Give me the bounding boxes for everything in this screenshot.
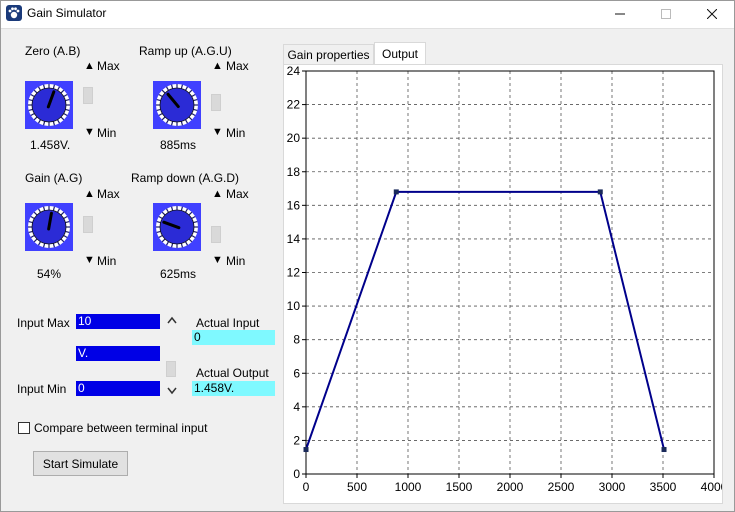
actual-output-value: 1.458V. [192, 381, 275, 396]
gain-up-icon: ▲ [84, 188, 95, 200]
y-tick-label: 0 [293, 467, 300, 481]
x-tick-label: 4000 [701, 480, 722, 494]
ramp-down-slider-thumb[interactable] [211, 226, 221, 243]
gain-label: Gain (A.G) [25, 171, 83, 185]
y-tick-label: 20 [287, 131, 301, 145]
input-min-label: Input Min [17, 382, 67, 396]
ramp-up-min-label: Min [226, 126, 246, 140]
gain-value: 54% [37, 267, 62, 281]
gain-min-label: Min [97, 254, 117, 268]
x-tick-label: 3000 [599, 480, 626, 494]
ramp-down-up-icon: ▲ [212, 188, 223, 200]
close-button[interactable] [689, 0, 735, 28]
y-tick-label: 2 [293, 433, 300, 447]
y-tick-label: 14 [287, 232, 301, 246]
zero-knob[interactable] [25, 81, 73, 129]
actual-input-value: 0 [192, 330, 275, 345]
knob-dial-icon [25, 81, 73, 129]
x-tick-label: 0 [303, 480, 310, 494]
actual-input-label: Actual Input [196, 316, 260, 330]
x-tick-label: 1000 [395, 480, 422, 494]
y-tick-label: 16 [287, 198, 301, 212]
data-point [597, 189, 603, 195]
input-min-field[interactable]: 0 [76, 381, 160, 396]
ramp-down-knob[interactable] [153, 203, 201, 251]
chevron-up-icon[interactable] [167, 316, 177, 327]
minimize-button[interactable] [597, 0, 643, 28]
compare-checkbox[interactable] [18, 422, 30, 434]
y-tick-label: 24 [287, 65, 301, 78]
knob-dial-icon [25, 203, 73, 251]
ramp-up-value: 885ms [160, 138, 197, 152]
x-tick-label: 3500 [650, 480, 677, 494]
y-tick-label: 12 [287, 266, 301, 280]
output-chart: 0500100015002000250030003500400002468101… [287, 65, 722, 494]
x-tick-label: 2500 [548, 480, 575, 494]
input-scroll-thumb[interactable] [166, 361, 176, 377]
ramp-up-max-label: Max [226, 59, 249, 73]
y-tick-label: 4 [293, 400, 300, 414]
gain-knob[interactable] [25, 203, 73, 251]
y-tick-label: 10 [287, 299, 301, 313]
input-max-label: Input Max [17, 316, 70, 330]
zero-min-label: Min [97, 126, 117, 140]
data-point [661, 447, 667, 453]
close-icon [707, 9, 717, 19]
ramp-up-slider-thumb[interactable] [211, 94, 221, 111]
ramp-down-max-label: Max [226, 187, 249, 201]
zero-value: 1.458V. [30, 138, 71, 152]
y-tick-label: 22 [287, 98, 301, 112]
knob-dial-icon [153, 81, 201, 129]
chevron-down-icon[interactable] [167, 384, 177, 398]
ramp-up-up-icon: ▲ [212, 60, 223, 72]
zero-slider-thumb[interactable] [83, 87, 93, 104]
ramp-up-knob[interactable] [153, 81, 201, 129]
series-line [305, 190, 665, 450]
x-tick-label: 1500 [446, 480, 473, 494]
ramp-down-label: Ramp down (A.G.D) [131, 171, 240, 185]
y-tick-label: 18 [287, 165, 301, 179]
gain-max-label: Max [97, 187, 120, 201]
y-tick-label: 6 [293, 366, 300, 380]
knob-dial-icon [153, 203, 201, 251]
data-point [303, 447, 309, 453]
ramp-up-label: Ramp up (A.G.U) [139, 44, 232, 58]
zero-down-icon: ▼ [84, 126, 95, 138]
gain-slider-thumb[interactable] [83, 216, 93, 233]
zero-max-label: Max [97, 59, 120, 73]
maximize-button[interactable] [643, 0, 689, 28]
actual-output-label: Actual Output [196, 366, 269, 380]
unit-field[interactable]: V. [76, 346, 160, 361]
ramp-up-down-icon: ▼ [212, 126, 223, 138]
gain-down-icon: ▼ [84, 254, 95, 266]
tab-output[interactable]: Output [374, 42, 426, 64]
start-simulate-button[interactable]: Start Simulate [33, 451, 128, 476]
window-title: Gain Simulator [27, 6, 107, 20]
maximize-icon [661, 9, 671, 19]
x-tick-label: 500 [347, 480, 367, 494]
compare-label: Compare between terminal input [34, 421, 208, 435]
data-point [393, 189, 399, 195]
ramp-down-down-icon: ▼ [212, 254, 223, 266]
x-tick-label: 2000 [497, 480, 524, 494]
zero-up-icon: ▲ [84, 60, 95, 72]
ramp-down-value: 625ms [160, 267, 197, 281]
paw-icon [6, 5, 22, 21]
tab-gain-properties[interactable]: Gain properties [283, 44, 374, 64]
zero-label: Zero (A.B) [25, 44, 81, 58]
input-max-field[interactable]: 10 [76, 314, 160, 329]
ramp-down-min-label: Min [226, 254, 246, 268]
y-tick-label: 8 [293, 333, 300, 347]
